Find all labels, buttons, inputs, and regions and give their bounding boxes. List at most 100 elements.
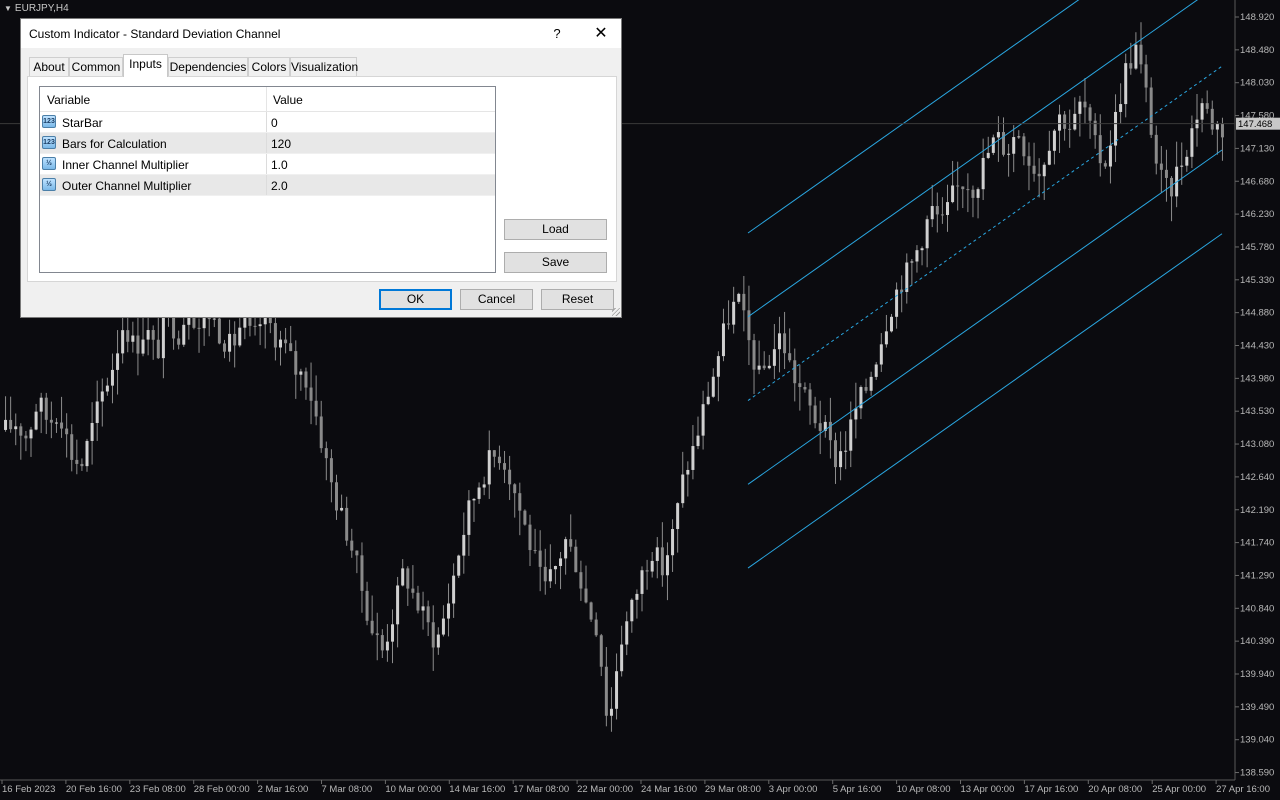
candle-body [742,293,746,311]
y-tick-label: 143.980 [1240,373,1274,384]
y-tick-label: 148.030 [1240,78,1274,89]
tab-common[interactable]: Common [69,57,123,76]
table-row[interactable]: 123 StarBar 0 [40,112,495,133]
y-tick-label: 139.040 [1240,735,1274,746]
candle-body [849,419,853,451]
reset-button[interactable]: Reset [541,289,614,310]
candle-body [660,547,664,576]
candle-body [1215,123,1219,130]
inner-lower-channel-line [747,149,1223,485]
variable-value[interactable]: 0 [271,116,278,130]
tab-dependencies[interactable]: Dependencies [168,57,248,76]
candle-body [1083,101,1087,108]
x-tick-label: 24 Mar 16:00 [641,784,697,795]
candle-body [1139,44,1143,65]
candle-body [197,327,201,329]
candle-body [65,428,69,435]
candle-body [905,262,909,292]
save-button[interactable]: Save [504,252,607,273]
y-tick-label: 143.080 [1240,439,1274,450]
channel-midline [747,65,1223,401]
candle-body [523,510,527,525]
candle-body [915,250,919,262]
candle-body [253,325,257,327]
table-row[interactable]: 123 Bars for Calculation 120 [40,133,495,154]
tab-inputs[interactable]: Inputs [123,54,168,77]
candle-body [34,411,38,430]
candle-body [1103,163,1107,167]
candle-body [319,416,323,449]
candle-body [60,422,64,429]
candle-body [864,387,868,391]
y-tick-label: 145.780 [1240,242,1274,253]
x-tick-label: 2 Mar 16:00 [258,784,309,795]
candle-body [182,324,186,345]
cell-divider [266,112,267,132]
cell-divider [266,175,267,195]
close-button[interactable]: ✕ [583,23,619,45]
table-row[interactable]: ½ Outer Channel Multiplier 2.0 [40,175,495,196]
candle-body [752,340,756,370]
column-divider[interactable] [266,87,267,111]
variable-value[interactable]: 1.0 [271,158,288,172]
candle-body [304,371,308,388]
x-tick-label: 14 Mar 16:00 [449,784,505,795]
column-header-value[interactable]: Value [273,93,303,107]
x-tick-label: 5 Apr 16:00 [833,784,882,795]
column-header-variable[interactable]: Variable [47,93,90,107]
y-tick-label: 139.490 [1240,702,1274,713]
candle-body [110,369,114,386]
candle-body [956,185,960,187]
symbol-text: EURJPY,H4 [14,3,69,14]
candle-body [798,383,802,388]
candle-body [385,641,389,651]
candle-body [1007,153,1011,155]
candle-body [533,550,537,552]
candle-body [406,568,410,589]
candle-body [966,189,970,191]
candle-body [1108,145,1112,167]
candle-body [599,635,603,667]
help-button[interactable]: ? [541,23,573,45]
variable-value[interactable]: 120 [271,137,291,151]
y-tick-label: 140.840 [1240,603,1274,614]
candle-body [1042,164,1046,177]
candle-body [1159,163,1163,170]
tab-about[interactable]: About [29,57,69,76]
candle-body [380,635,384,651]
variable-value[interactable]: 2.0 [271,179,288,193]
x-tick-label: 27 Apr 16:00 [1216,784,1270,795]
candle-body [39,397,43,412]
candle-body [1200,103,1204,120]
cell-divider [266,133,267,153]
y-tick-label: 148.480 [1240,45,1274,56]
dialog-titlebar[interactable]: Custom Indicator - Standard Deviation Ch… [21,19,621,48]
candle-body [4,419,8,430]
tab-colors[interactable]: Colors [248,57,290,76]
cancel-button[interactable]: Cancel [460,289,533,310]
candle-body [721,323,725,357]
tab-visualization[interactable]: Visualization [290,57,358,76]
candle-body [737,293,741,302]
outer-lower-channel-line [747,233,1223,569]
x-tick-label: 13 Apr 00:00 [961,784,1015,795]
dropdown-triangle-icon[interactable]: ▼ [4,4,12,13]
candle-body [19,426,23,436]
candle-body [569,539,573,547]
table-row[interactable]: ½ Inner Channel Multiplier 1.0 [40,154,495,175]
candle-body [95,401,99,423]
candle-body [44,397,48,420]
y-tick-label: 147.130 [1240,143,1274,154]
load-button[interactable]: Load [504,219,607,240]
candle-body [1052,130,1056,151]
candle-body [676,503,680,530]
candle-body [518,493,522,511]
candle-body [813,405,817,424]
candle-body [1190,128,1194,157]
y-tick-label: 148.920 [1240,12,1274,23]
candle-body [100,391,104,402]
resize-grip-icon[interactable] [612,308,620,316]
ok-button[interactable]: OK [379,289,452,310]
candle-body [360,555,364,591]
candle-body [1027,156,1031,166]
